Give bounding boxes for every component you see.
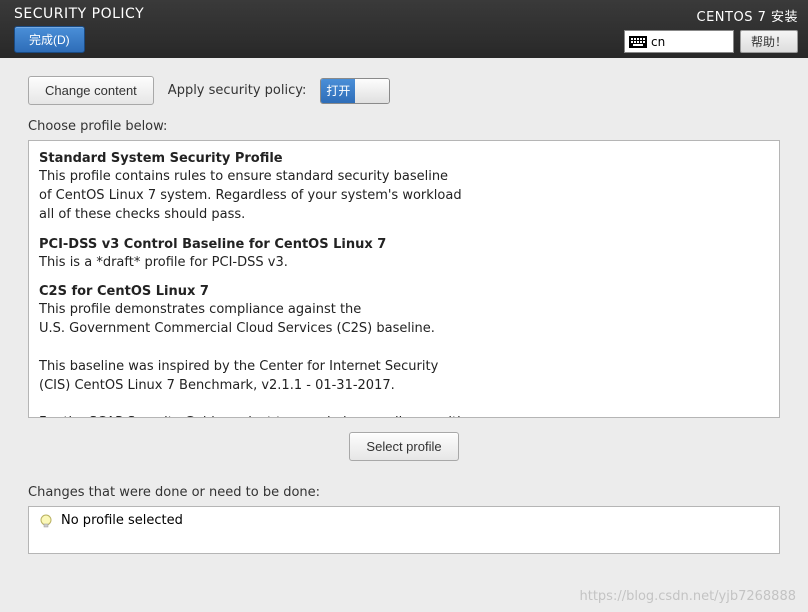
profile-list[interactable]: Standard System Security Profile This pr… — [28, 140, 780, 418]
keyboard-layout-selector[interactable]: cn — [624, 30, 734, 53]
top-controls: cn 帮助！ — [624, 30, 798, 53]
choose-profile-label: Choose profile below: — [28, 119, 780, 134]
profile-item[interactable]: Standard System Security Profile This pr… — [39, 147, 769, 233]
toolbar-row: Change content Apply security policy: 打开 — [28, 76, 780, 105]
page-title: SECURITY POLICY — [14, 6, 144, 22]
changes-status-text: No profile selected — [61, 513, 183, 528]
top-bar-left: SECURITY POLICY 完成(D) — [14, 6, 144, 52]
installer-title: CENTOS 7 安装 — [697, 6, 798, 25]
profile-title: C2S for CentOS Linux 7 — [39, 284, 769, 299]
changes-label: Changes that were done or need to be don… — [28, 485, 780, 500]
change-content-button[interactable]: Change content — [28, 76, 154, 105]
changes-list: No profile selected — [28, 506, 780, 554]
select-profile-button[interactable]: Select profile — [349, 432, 458, 461]
apply-policy-toggle[interactable]: 打开 — [320, 78, 390, 104]
lightbulb-icon — [39, 514, 53, 534]
main-content: Change content Apply security policy: 打开… — [0, 58, 808, 572]
keyboard-layout-code: cn — [651, 35, 665, 49]
help-button[interactable]: 帮助！ — [740, 30, 798, 53]
select-profile-row: Select profile — [28, 432, 780, 461]
top-bar: SECURITY POLICY 完成(D) CENTOS 7 安装 cn 帮助！ — [0, 0, 808, 58]
keyboard-icon — [629, 36, 647, 48]
top-bar-right: CENTOS 7 安装 cn 帮助！ — [624, 6, 798, 52]
apply-policy-label: Apply security policy: — [168, 83, 307, 98]
profile-description: This profile contains rules to ensure st… — [39, 168, 769, 225]
done-button[interactable]: 完成(D) — [14, 26, 85, 53]
profile-description: This profile demonstrates compliance aga… — [39, 301, 769, 418]
watermark: https://blog.csdn.net/yjb7268888 — [579, 589, 796, 604]
profile-item[interactable]: PCI-DSS v3 Control Baseline for CentOS L… — [39, 233, 769, 281]
profile-title: PCI-DSS v3 Control Baseline for CentOS L… — [39, 237, 769, 252]
profile-description: This is a *draft* profile for PCI-DSS v3… — [39, 254, 769, 273]
toggle-on-segment: 打开 — [321, 79, 355, 103]
toggle-off-segment — [355, 79, 389, 103]
profile-title: Standard System Security Profile — [39, 151, 769, 166]
profile-item[interactable]: C2S for CentOS Linux 7 This profile demo… — [39, 280, 769, 418]
